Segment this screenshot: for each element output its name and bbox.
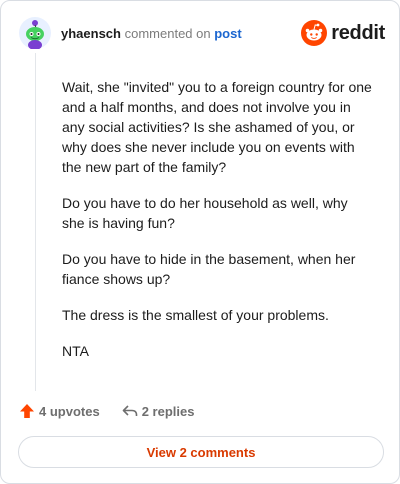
view-comments-button[interactable]: View 2 comments	[18, 436, 384, 468]
upvote-arrow-icon	[20, 404, 34, 418]
username-link[interactable]: yhaensch	[61, 26, 121, 41]
avatar[interactable]	[19, 17, 51, 50]
comment-paragraph: Wait, she "invited" you to a foreign cou…	[62, 79, 372, 175]
comment-paragraph: Do you have to do her household as well,…	[62, 195, 348, 231]
comment-header: yhaensch commented on post reddit	[19, 17, 385, 53]
upvote-button[interactable]: 4 upvotes	[19, 403, 100, 419]
reply-count: 2 replies	[141, 403, 195, 419]
comment-paragraph: Do you have to hide in the basement, whe…	[62, 251, 356, 287]
snoo-avatar-icon	[19, 17, 51, 50]
post-link[interactable]: post	[214, 26, 241, 41]
byline-verb: commented on	[124, 26, 211, 41]
reddit-wordmark: reddit	[331, 21, 385, 44]
comment-paragraph: The dress is the smallest of your proble…	[62, 307, 329, 323]
replies-button[interactable]: 2 replies	[122, 403, 195, 419]
reddit-brand[interactable]: reddit	[301, 20, 385, 46]
comment-byline: yhaensch commented on post	[61, 26, 242, 41]
comment-paragraph: NTA	[62, 343, 89, 359]
comment-actions: 4 upvotes 2 replies	[19, 401, 216, 421]
upvote-count: 4 upvotes	[39, 403, 100, 419]
reply-arrow-icon	[122, 405, 137, 416]
thread-line	[35, 53, 36, 391]
comment-card: yhaensch commented on post reddit Wait, …	[0, 0, 400, 484]
reddit-logo-icon	[301, 20, 328, 46]
comment-body: Wait, she "invited" you to a foreign cou…	[62, 77, 372, 377]
